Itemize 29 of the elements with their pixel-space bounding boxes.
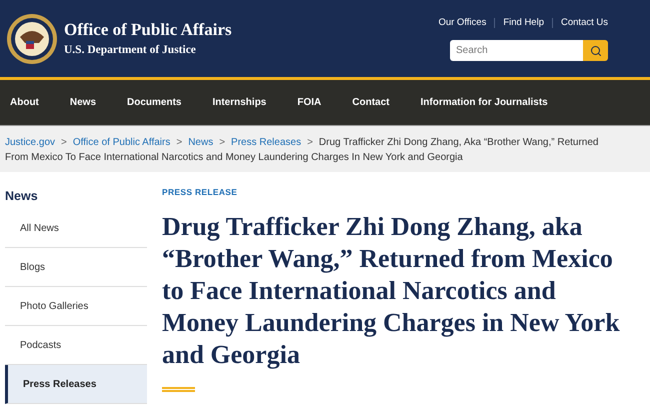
sidebar-item[interactable]: Blogs <box>5 248 147 287</box>
breadcrumb: Justice.gov > Office of Public Affairs > News > Press Releases > Drug Trafficker Zhi Dong Zhang, Aka “Brother Wang,” Returned From Mexico To Face International Narcotics and Money Laundering Charges In New York and Georgia <box>5 136 600 165</box>
utility-link[interactable]: Our Offices <box>438 16 486 30</box>
sidebar-item[interactable]: Photo Galleries <box>5 287 147 326</box>
search-field[interactable]: Search <box>450 40 583 62</box>
kicker: PRESS RELEASE <box>162 186 238 199</box>
utility-link[interactable]: Contact Us <box>561 16 608 30</box>
seal-logo[interactable] <box>6 12 58 64</box>
utility-link[interactable]: Find Help <box>503 16 544 30</box>
breadcrumb-link[interactable]: News <box>188 137 214 148</box>
search-icon <box>590 44 602 57</box>
nav-link[interactable]: Documents <box>127 95 182 110</box>
site-title[interactable]: Office of Public Affairs <box>64 18 232 40</box>
site-subtitle: U.S. Department of Justice <box>64 42 197 58</box>
article-title: Drug Trafficker Zhi Dong Zhang, aka “Brother Wang,” Returned from Mexico to Face International Narcotics and Money Laundering Charges in New York and Georgia <box>162 210 621 371</box>
nav-link[interactable]: Contact <box>352 95 390 110</box>
title-underline <box>162 386 195 392</box>
nav-link[interactable]: Information for Journalists <box>420 95 548 110</box>
sidebar-title: News <box>5 188 39 205</box>
breadcrumb-link[interactable]: Press Releases <box>231 137 302 148</box>
nav-link[interactable]: FOIA <box>297 95 322 110</box>
nav-link[interactable]: Internships <box>212 95 266 110</box>
search-button[interactable] <box>583 40 608 62</box>
nav-link[interactable]: About <box>10 95 39 110</box>
breadcrumb-link[interactable]: Office of Public Affairs <box>72 137 170 148</box>
breadcrumb-link[interactable]: Justice.gov <box>5 137 56 148</box>
nav-link[interactable]: News <box>70 95 96 110</box>
sidebar-item[interactable]: All News <box>5 209 147 248</box>
sidebar-item[interactable]: Press Releases <box>5 365 147 404</box>
